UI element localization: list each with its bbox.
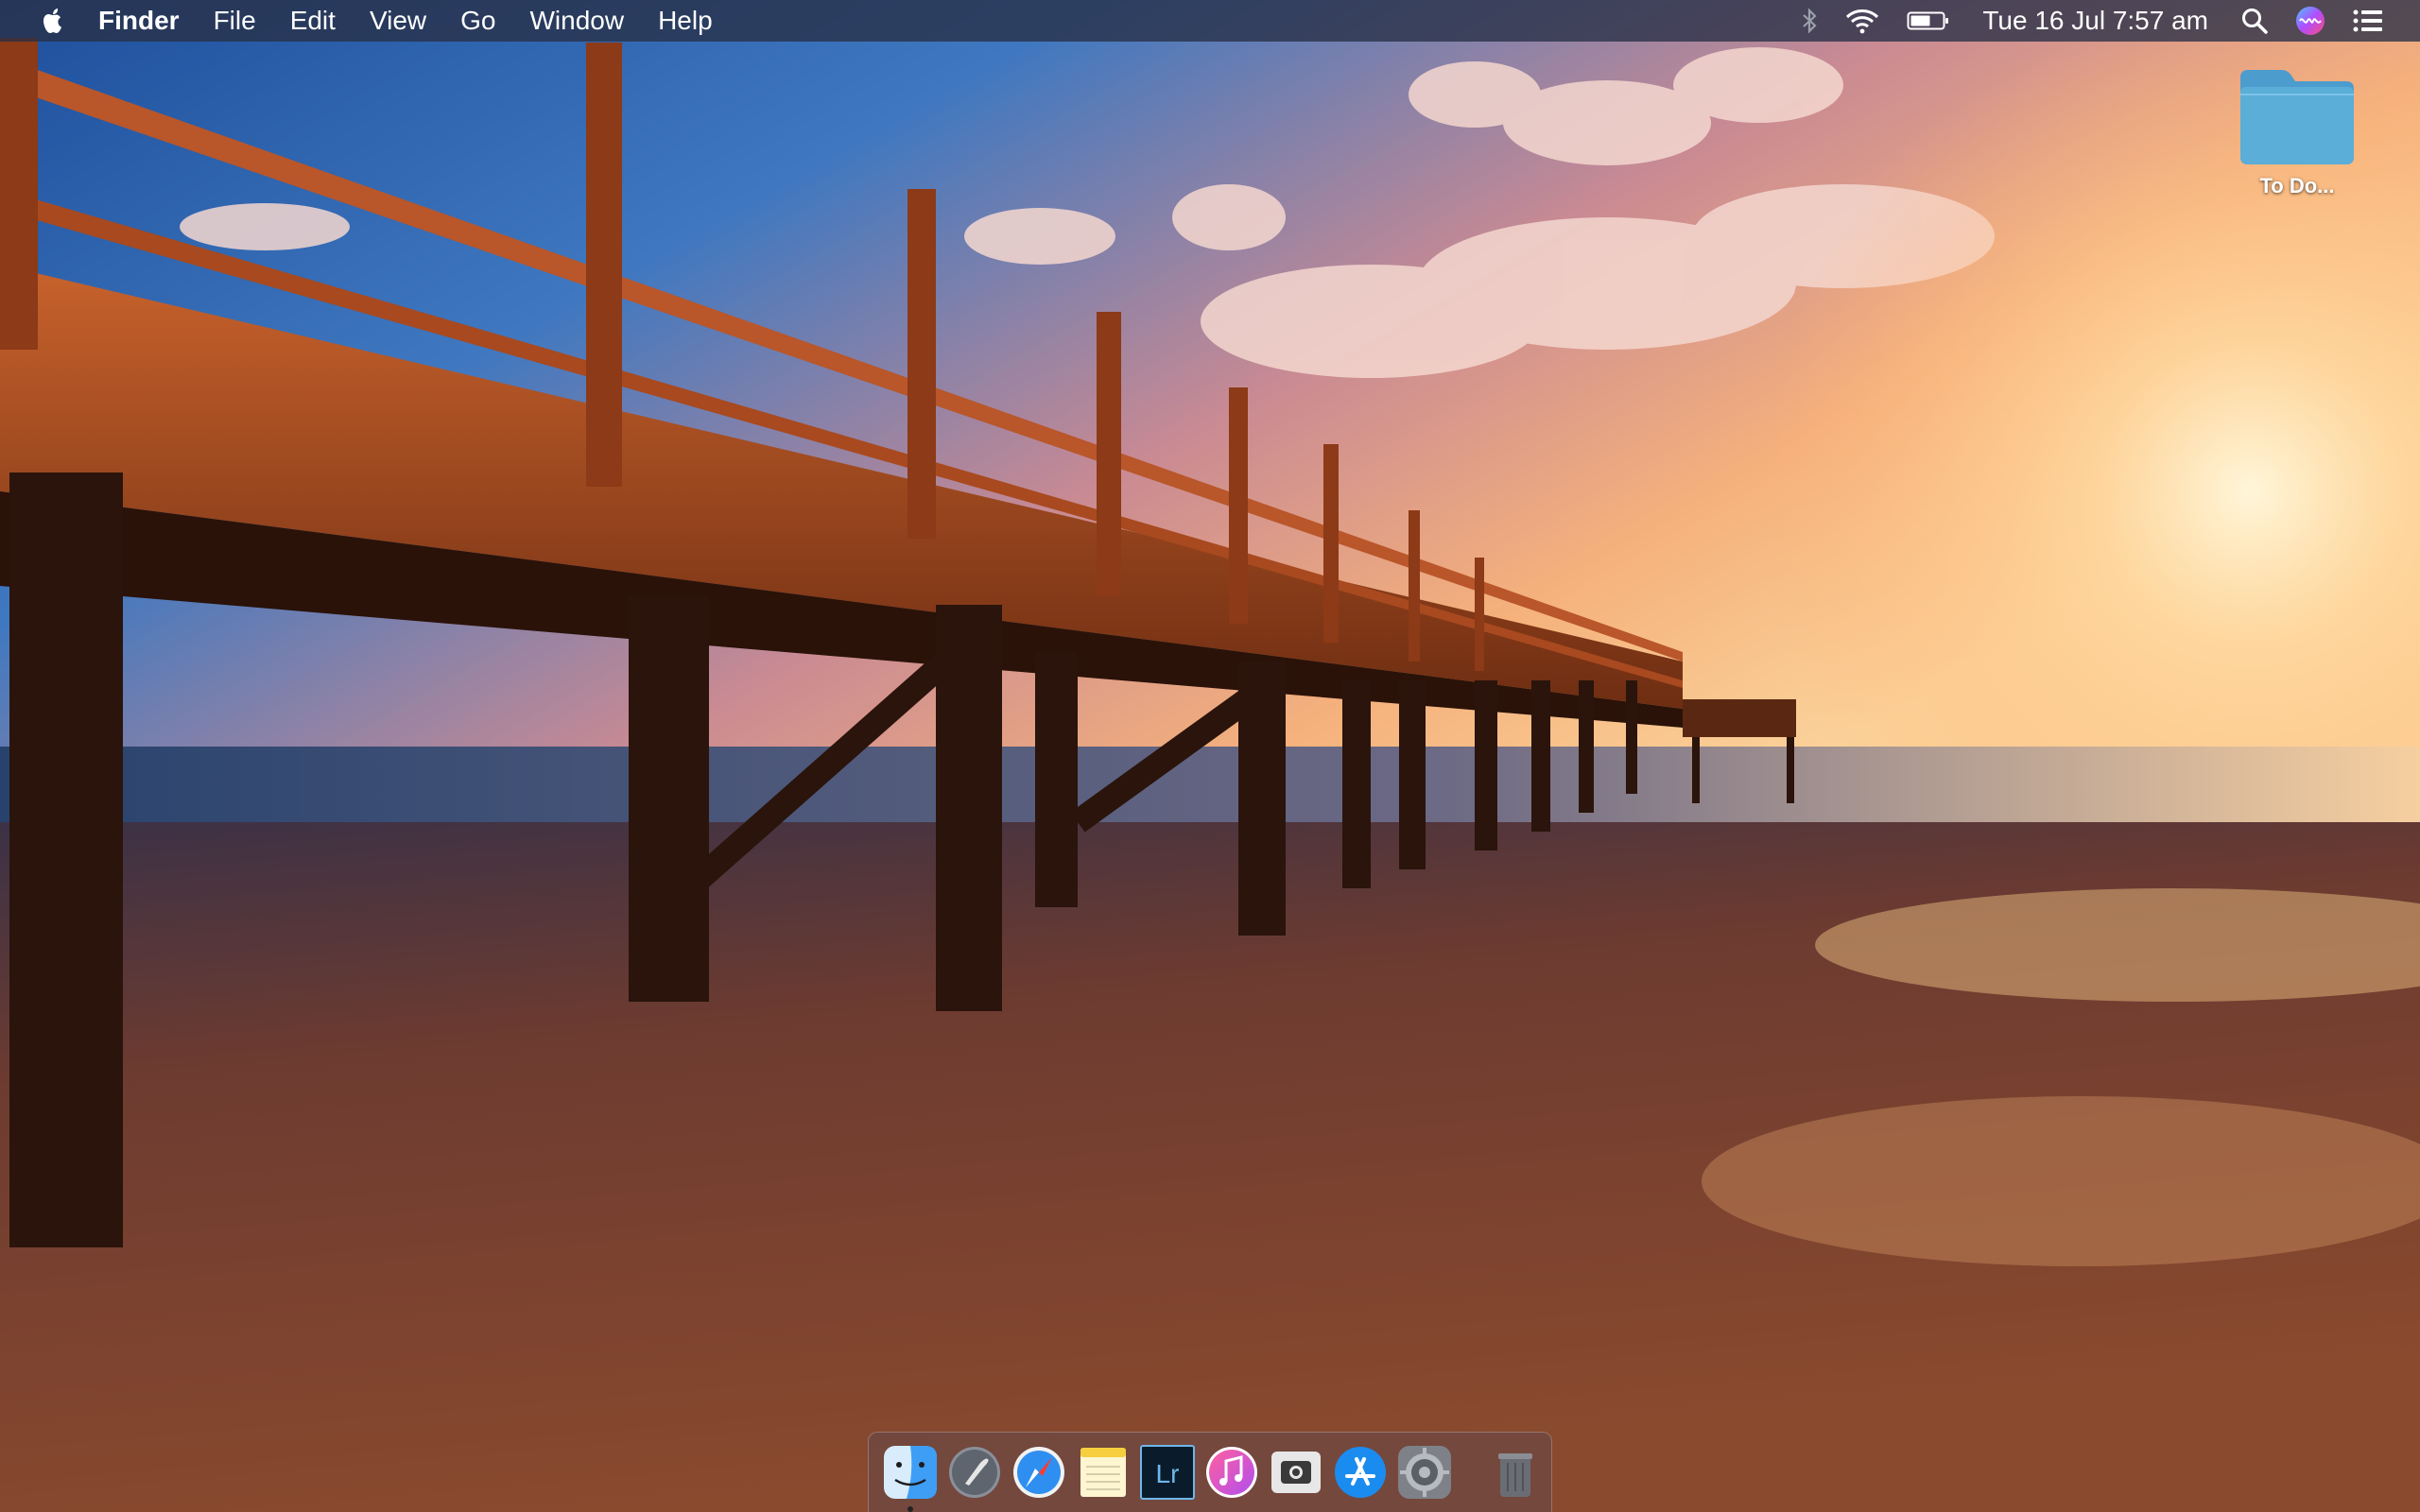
search-icon[interactable] xyxy=(2227,0,2282,42)
safari-icon[interactable] xyxy=(1011,1444,1067,1501)
siri-icon[interactable] xyxy=(2282,0,2339,42)
menu-clock[interactable]: Tue 16 Jul 7:57 am xyxy=(1963,0,2227,42)
notes-icon[interactable] xyxy=(1075,1444,1132,1501)
app-store-icon[interactable] xyxy=(1332,1444,1389,1501)
screenshot-icon[interactable] xyxy=(1268,1444,1324,1501)
menu-app-finder[interactable]: Finder xyxy=(81,0,197,42)
lightroom-icon[interactable]: Lr xyxy=(1139,1444,1196,1501)
itunes-icon[interactable] xyxy=(1203,1444,1260,1501)
menu-file[interactable]: File xyxy=(197,0,273,42)
finder-icon[interactable] xyxy=(882,1444,939,1512)
folder-icon xyxy=(2237,66,2358,166)
running-indicator xyxy=(908,1506,913,1512)
dock: Lr xyxy=(868,1432,1552,1512)
menu-view[interactable]: View xyxy=(353,0,443,42)
menu-bar: Finder File Edit View Go Window Help Tue… xyxy=(0,0,2420,42)
desktop-folder-to-do[interactable]: To Do... xyxy=(2221,66,2373,198)
launchpad-icon[interactable] xyxy=(946,1444,1003,1501)
system-preferences-icon[interactable] xyxy=(1396,1444,1453,1501)
menu-window[interactable]: Window xyxy=(512,0,641,42)
desktop-folder-label: To Do... xyxy=(2259,174,2335,198)
notification-center-icon[interactable] xyxy=(2339,0,2397,42)
apple-logo-icon[interactable] xyxy=(34,0,72,42)
menu-edit[interactable]: Edit xyxy=(273,0,353,42)
bluetooth-icon[interactable] xyxy=(1788,0,1831,42)
menu-go[interactable]: Go xyxy=(443,0,512,42)
trash-icon[interactable] xyxy=(1487,1444,1544,1501)
lightroom-label: Lr xyxy=(1156,1459,1180,1488)
wifi-icon[interactable] xyxy=(1831,0,1893,42)
menu-help[interactable]: Help xyxy=(641,0,730,42)
battery-icon[interactable] xyxy=(1893,0,1963,42)
desktop-wallpaper xyxy=(0,0,2420,1512)
